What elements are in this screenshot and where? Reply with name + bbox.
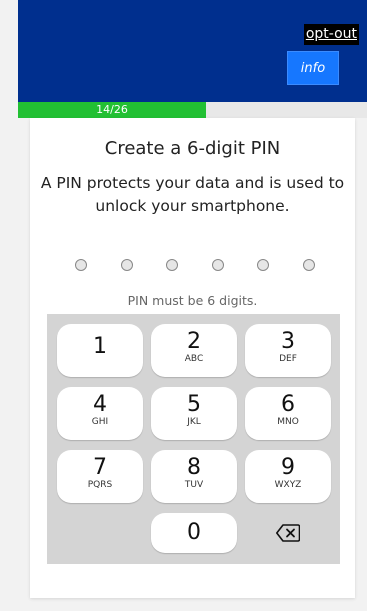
header: opt-out info xyxy=(18,0,367,102)
key-letters: MNO xyxy=(277,417,299,427)
key-digit: 4 xyxy=(93,392,107,417)
key-5[interactable]: 5 JKL xyxy=(151,387,237,440)
pin-dot xyxy=(120,259,133,271)
pin-description: A PIN protects your data and is used to … xyxy=(40,174,345,215)
backspace-button[interactable] xyxy=(245,513,331,553)
numeric-keypad: 1 2 ABC 3 DEF 4 GHI 5 JKL 6 MNO 7 PQRS 8 xyxy=(47,314,340,564)
key-8[interactable]: 8 TUV xyxy=(151,450,237,503)
page-title: Create a 6-digit PIN xyxy=(104,138,281,159)
opt-out-link[interactable]: opt-out xyxy=(303,24,359,45)
key-digit: 3 xyxy=(281,329,295,354)
progress-label: 14/26 xyxy=(96,103,128,116)
pin-dot xyxy=(302,259,315,271)
info-button[interactable]: info xyxy=(287,51,339,85)
key-3[interactable]: 3 DEF xyxy=(245,324,331,377)
key-digit: 0 xyxy=(187,520,201,545)
key-0[interactable]: 0 xyxy=(151,513,237,553)
key-digit: 2 xyxy=(187,329,201,354)
progress-bar: 14/26 xyxy=(18,102,367,118)
key-4[interactable]: 4 GHI xyxy=(57,387,143,440)
pin-dot xyxy=(166,259,179,271)
key-letters: ABC xyxy=(184,354,204,364)
pin-dot xyxy=(211,259,224,271)
key-2[interactable]: 2 ABC xyxy=(151,324,237,377)
key-6[interactable]: 6 MNO xyxy=(245,387,331,440)
key-letters: JKL xyxy=(187,417,201,427)
key-digit: 1 xyxy=(93,334,107,359)
pin-card: Create a 6-digit PIN A PIN protects your… xyxy=(30,118,355,598)
key-letters: TUV xyxy=(184,480,204,490)
key-letters: DEF xyxy=(279,354,297,364)
key-digit: 8 xyxy=(187,455,201,480)
key-digit: 6 xyxy=(281,392,295,417)
key-letters: GHI xyxy=(91,417,109,427)
key-letters: PQRS xyxy=(87,480,113,490)
pin-dot xyxy=(75,259,87,271)
key-digit: 9 xyxy=(281,455,295,480)
key-7[interactable]: 7 PQRS xyxy=(57,450,143,503)
pin-dot xyxy=(257,259,270,271)
pin-indicator xyxy=(75,259,315,271)
backspace-icon xyxy=(276,524,300,542)
key-letters: WXYZ xyxy=(274,480,302,490)
key-digit: 5 xyxy=(187,392,201,417)
pin-hint: PIN must be 6 digits. xyxy=(127,293,258,308)
key-1[interactable]: 1 xyxy=(57,324,143,377)
key-digit: 7 xyxy=(93,455,107,480)
key-9[interactable]: 9 WXYZ xyxy=(245,450,331,503)
